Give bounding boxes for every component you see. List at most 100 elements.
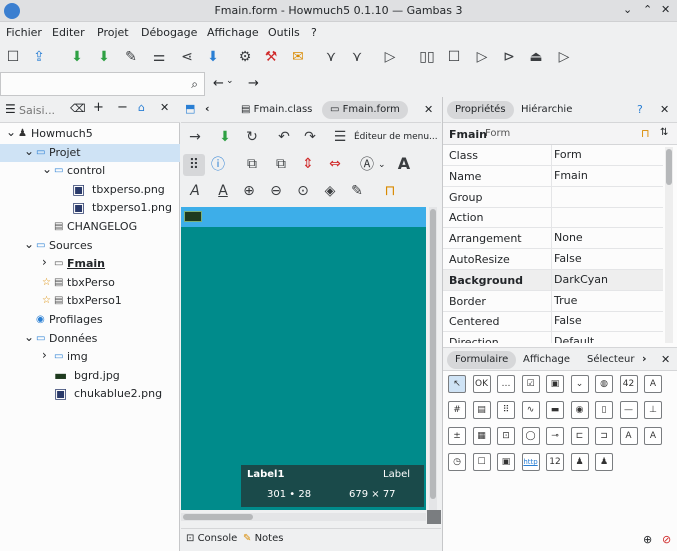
settings-icon[interactable]: ⚙	[236, 48, 254, 66]
info-icon[interactable]: ⓘ	[209, 155, 227, 173]
tool-picture-icon[interactable]: ▣	[546, 375, 564, 393]
tree-item[interactable]: ⌄ ♟ Howmuch5	[0, 125, 180, 143]
forward-icon[interactable]: ⊳	[500, 48, 518, 66]
underline-icon[interactable]: A	[214, 182, 232, 200]
tool-table-icon[interactable]: ▦	[472, 427, 491, 445]
tree-item[interactable]: › ▭ Fmain	[0, 255, 180, 273]
property-row[interactable]: Class Form	[443, 145, 663, 166]
back-icon[interactable]: ←	[213, 76, 224, 91]
step-icon[interactable]: ▷	[473, 48, 491, 66]
property-row[interactable]: Action	[443, 207, 663, 229]
lock-icon[interactable]: ⊓	[381, 182, 399, 200]
menu-debogage[interactable]: Débogage	[141, 26, 197, 39]
help-icon[interactable]: ?	[637, 103, 643, 116]
tree-search-input[interactable]	[19, 102, 59, 118]
console-button[interactable]: ⊡ Console	[186, 533, 237, 544]
tree-item[interactable]: ⌄ ▭ Projet	[0, 143, 180, 162]
tool-ring-icon[interactable]: ◯	[521, 427, 540, 445]
save-all-icon[interactable]: ⬇	[95, 48, 113, 66]
forward-nav-icon[interactable]: →	[248, 76, 259, 91]
tool-lcd-icon[interactable]: 42	[619, 375, 638, 393]
expand-icon[interactable]: ›	[42, 253, 47, 271]
notes-button[interactable]: ✎ Notes	[243, 533, 283, 544]
eject-icon[interactable]: ⏏	[527, 48, 545, 66]
tool-chart-icon[interactable]: ⠿	[497, 401, 515, 419]
edit-icon[interactable]: ✎	[122, 48, 140, 66]
tree-item[interactable]: ▤ CHANGELOG	[0, 218, 180, 236]
tab-selecteur[interactable]: Sélecteur	[579, 351, 642, 369]
send-back-icon[interactable]: ⧉	[272, 155, 290, 173]
download-icon[interactable]: ⬇	[204, 48, 222, 66]
close-panel-icon[interactable]: ✕	[160, 101, 169, 114]
message-icon[interactable]: ✉	[289, 48, 307, 66]
property-value[interactable]: False	[554, 252, 582, 265]
tool-empty-icon[interactable]: ☐	[472, 453, 491, 471]
tool-scroll-icon[interactable]: ▯	[595, 401, 613, 419]
tree-item[interactable]: ⌄ ▭ Données	[0, 330, 180, 348]
expand-icon[interactable]: ›	[42, 346, 47, 364]
align-horizontal-icon[interactable]: ⇔	[326, 155, 344, 173]
maximize-icon[interactable]: ⌃	[643, 3, 652, 16]
bring-front-icon[interactable]: ⧉	[243, 155, 261, 173]
tree-item[interactable]: ▬ bgrd.jpg	[0, 367, 180, 385]
tool-textarea-icon[interactable]: A	[619, 427, 638, 445]
menu-editor-icon[interactable]: ☰	[331, 128, 349, 146]
tool-pointer-icon[interactable]: ↖	[448, 375, 466, 393]
property-value[interactable]: Fmain	[554, 169, 588, 182]
collapse-icon[interactable]: ⌄	[24, 235, 34, 253]
tool-url-icon[interactable]: http	[521, 453, 540, 471]
menu-fichier[interactable]: Fichier	[6, 26, 42, 39]
tool-number-icon[interactable]: #	[448, 401, 466, 419]
undo-icon[interactable]: ↶	[275, 128, 293, 146]
collapse-icon[interactable]: ⌄	[24, 328, 34, 346]
remove-icon[interactable]: −	[117, 100, 128, 115]
property-value[interactable]: True	[554, 294, 577, 307]
horizontal-scrollbar[interactable]	[181, 513, 426, 521]
tab-fmain-form[interactable]: ▭ Fmain.form	[322, 101, 408, 119]
tab-hierarchy[interactable]: Hiérarchie	[513, 101, 580, 119]
run-icon[interactable]: ▷	[381, 48, 399, 66]
tool-digit-icon[interactable]: 12	[546, 453, 564, 471]
vertical-scrollbar[interactable]	[429, 207, 437, 510]
tree-item[interactable]: ⌄ ▭ Sources	[0, 237, 180, 255]
close-tab-icon[interactable]: ✕	[424, 103, 433, 116]
stop-icon[interactable]: ☐	[445, 48, 463, 66]
menu-help[interactable]: ?	[311, 26, 317, 39]
share-icon[interactable]: ⋖	[178, 48, 196, 66]
tab-properties[interactable]: Propriétés	[447, 101, 514, 119]
no-entry-icon[interactable]: ⊘	[662, 533, 671, 546]
collapse-icon[interactable]: ⌄	[42, 160, 52, 178]
clear-icon[interactable]: ⌫	[70, 102, 86, 115]
collapse-icon[interactable]: ⌄	[6, 123, 16, 141]
run-step-icon[interactable]: ▷	[555, 48, 573, 66]
tool-spin-icon[interactable]: ±	[448, 427, 466, 445]
redo-icon[interactable]: ↷	[301, 128, 319, 146]
tool-toggle-icon[interactable]: ⊸	[546, 427, 564, 445]
tab-fmain-class[interactable]: ▤ Fmain.class	[233, 101, 320, 119]
close-icon[interactable]: ✕	[661, 3, 670, 16]
menu-outils[interactable]: Outils	[268, 26, 300, 39]
grid-icon[interactable]: ⠿	[183, 154, 205, 176]
tools-icon[interactable]: ⚒	[262, 48, 280, 66]
add-icon[interactable]: +	[93, 100, 104, 115]
menu-editer[interactable]: Editer	[52, 26, 85, 39]
reload-icon[interactable]: ↻	[243, 128, 261, 146]
form-canvas[interactable]: Label1 Label 301 • 28 679 × 77	[181, 207, 426, 510]
save-form-icon[interactable]: ⬇	[216, 128, 234, 146]
tool-label-icon[interactable]: A	[644, 427, 662, 445]
close-toolbox-icon[interactable]: ✕	[661, 353, 670, 366]
italic-icon[interactable]: A	[186, 182, 204, 200]
tree-item[interactable]: ▣ chukablue2.png	[0, 385, 180, 403]
tree-item[interactable]: ☆ ▤ tbxPerso	[0, 274, 180, 292]
tool-image-list-icon[interactable]: ▤	[472, 401, 491, 419]
menu-projet[interactable]: Projet	[97, 26, 129, 39]
property-value[interactable]: DarkCyan	[554, 273, 608, 286]
tool-radio-icon[interactable]: ◉	[570, 401, 589, 419]
tree-item[interactable]: ☆ ▤ tbxPerso1	[0, 292, 180, 310]
tool-sparkline-icon[interactable]: ∿	[521, 401, 540, 419]
fill-icon[interactable]: ◈	[321, 182, 339, 200]
tab-affichage[interactable]: Affichage	[515, 351, 578, 369]
property-value[interactable]: Form	[554, 148, 582, 161]
close-properties-icon[interactable]: ✕	[660, 103, 669, 116]
tool-button-icon[interactable]: OK	[472, 375, 491, 393]
